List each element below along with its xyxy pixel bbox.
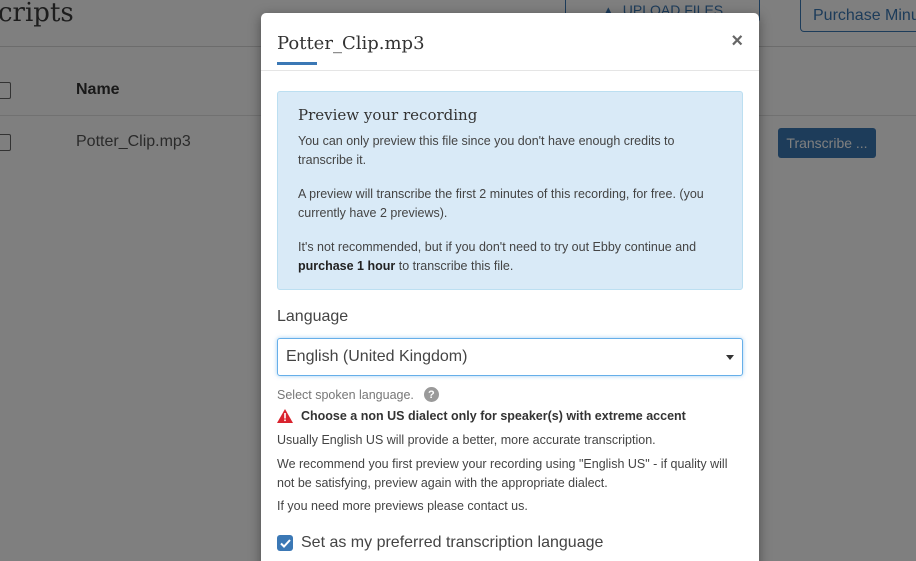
help-text: Select spoken language. [277, 387, 414, 402]
warning-text: Choose a non US dialect only for speaker… [301, 409, 686, 423]
preferred-language-row[interactable]: Set as my preferred transcription langua… [277, 534, 603, 552]
preferred-language-checkbox[interactable] [277, 535, 293, 551]
preferred-language-label: Set as my preferred transcription langua… [301, 534, 604, 551]
preview-modal: Potter_Clip.mp3 × Preview your recording… [261, 13, 759, 561]
language-selected-value: English (United Kingdom) [286, 348, 468, 365]
info-paragraph-purchase: It's not recommended, but if you don't n… [298, 238, 722, 276]
purchase-prefix: It's not recommended, but if you don't n… [298, 240, 697, 254]
note-recommendation: We recommend you first preview your reco… [277, 457, 728, 490]
modal-title: Potter_Clip.mp3 [277, 33, 425, 54]
info-heading: Preview your recording [298, 106, 478, 124]
checkmark-icon [279, 538, 291, 548]
modal-header-divider [261, 70, 759, 71]
language-select[interactable]: English (United Kingdom) [277, 338, 743, 376]
title-underline [277, 62, 317, 65]
note-contact: If you need more previews please contact… [277, 499, 528, 513]
language-label: Language [277, 308, 349, 325]
warning-icon [277, 409, 293, 423]
close-icon[interactable]: × [731, 31, 743, 51]
preview-info-box: Preview your recording You can only prev… [277, 91, 743, 290]
note-english-us: Usually English US will provide a better… [277, 433, 656, 447]
chevron-down-icon [726, 354, 734, 360]
accent-warning: Choose a non US dialect only for speaker… [277, 409, 686, 423]
language-help: Select spoken language. ? [277, 387, 439, 402]
purchase-hour-link: purchase 1 hour [298, 259, 396, 273]
info-paragraph-credits: You can only preview this file since you… [298, 134, 675, 167]
info-paragraph-preview: A preview will transcribe the first 2 mi… [298, 187, 704, 220]
purchase-suffix: to transcribe this file. [395, 259, 514, 273]
question-icon[interactable]: ? [423, 387, 439, 402]
